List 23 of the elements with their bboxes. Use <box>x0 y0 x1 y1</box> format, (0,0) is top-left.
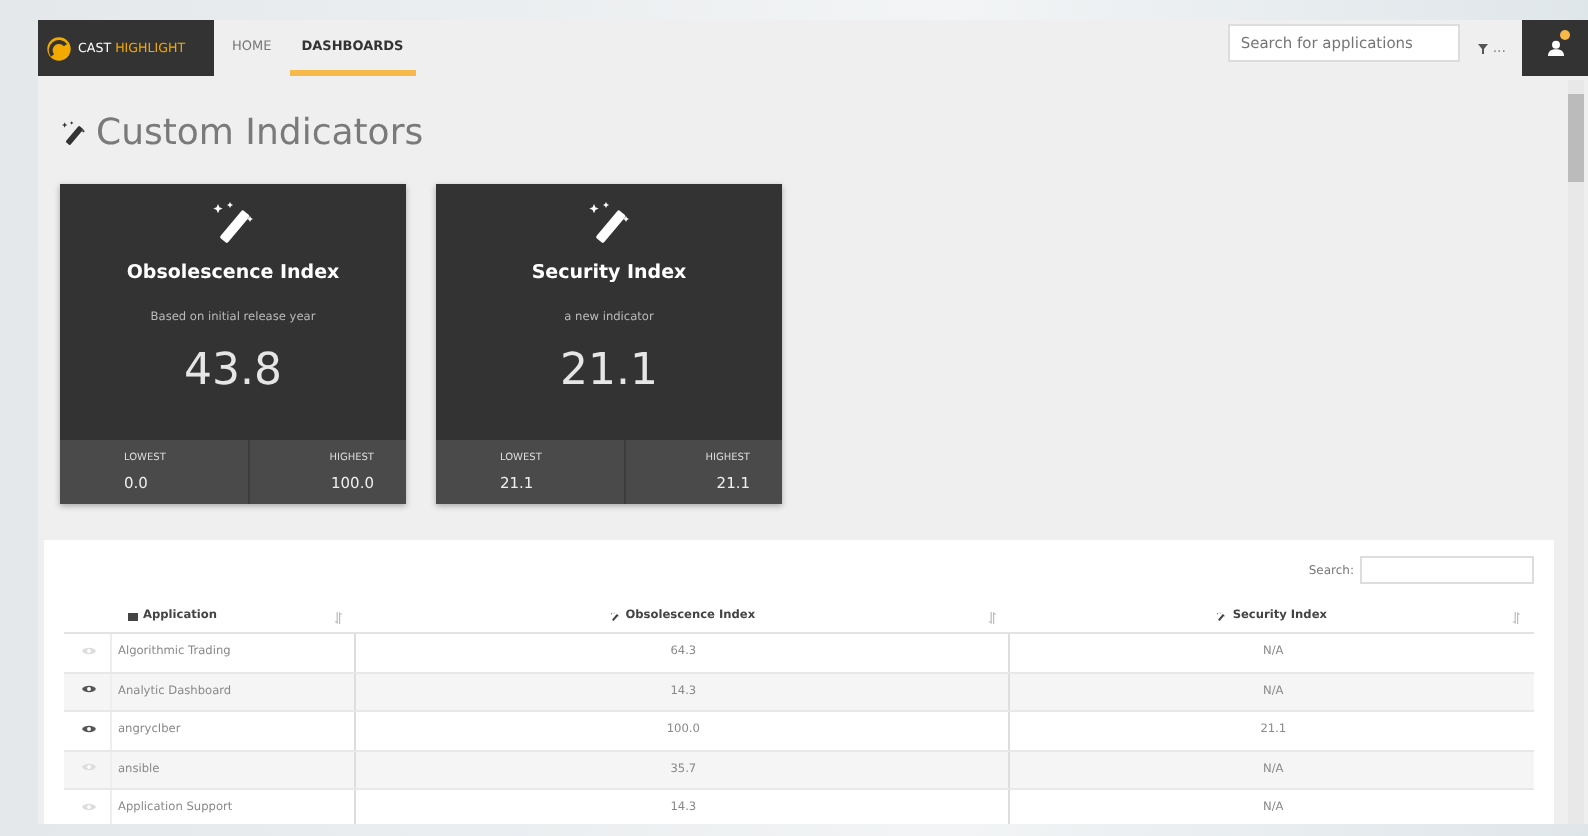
search-field[interactable] <box>1360 556 1534 584</box>
table-icon <box>127 611 137 622</box>
card-title: Obsolescence Index <box>126 262 340 284</box>
eye-icon[interactable] <box>81 723 95 734</box>
scroll-thumb[interactable] <box>1568 94 1584 182</box>
sort-icon <box>987 612 998 624</box>
wand-icon <box>609 611 620 622</box>
card-value: 21.1 <box>560 346 658 396</box>
sort-icon <box>1512 612 1522 624</box>
scrollbar[interactable] <box>1568 80 1584 824</box>
filter-icon <box>1478 43 1489 53</box>
wand-icon <box>1216 611 1227 622</box>
eye-icon[interactable] <box>81 684 95 695</box>
card-title: Security Index <box>531 262 687 284</box>
user-icon <box>1547 40 1563 56</box>
wand-icon <box>60 120 88 148</box>
page-title: Custom Indicators <box>96 112 424 156</box>
wand-icon <box>585 200 633 248</box>
user-button[interactable] <box>1522 20 1588 76</box>
wand-icon <box>209 200 257 248</box>
logo-icon <box>46 35 72 61</box>
card-value: 43.8 <box>184 346 282 396</box>
sort-icon <box>333 612 343 624</box>
